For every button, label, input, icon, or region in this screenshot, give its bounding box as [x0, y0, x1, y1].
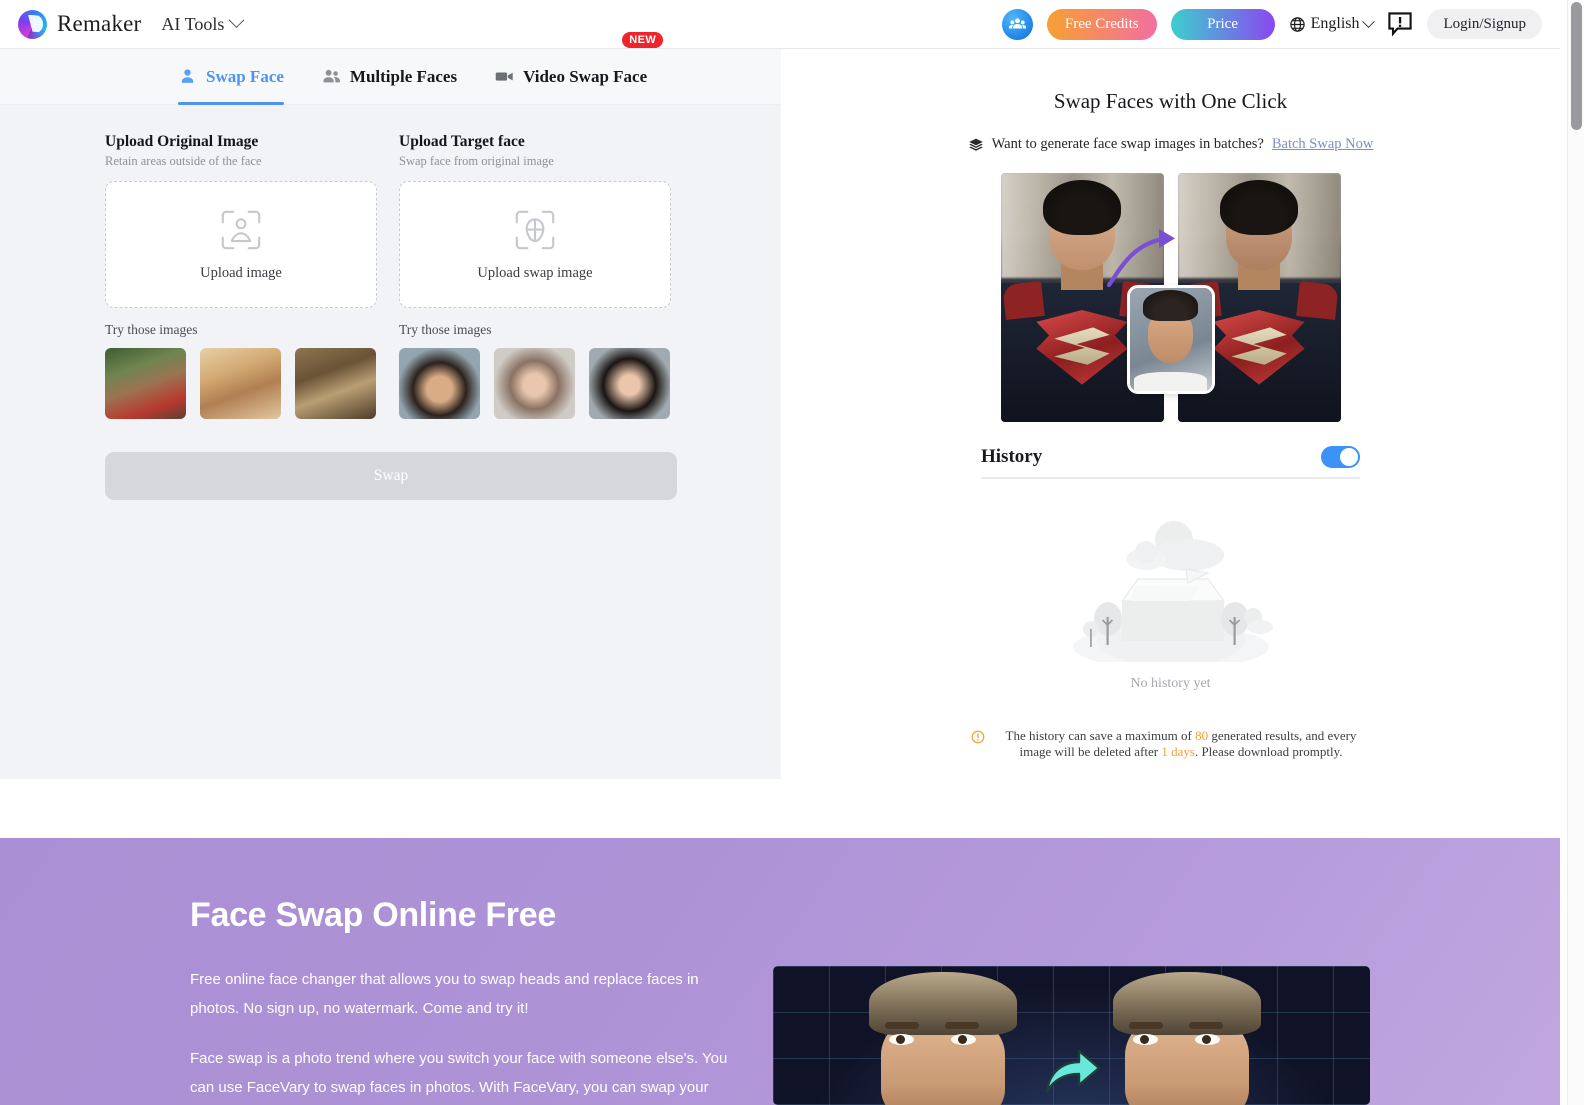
right-preview-panel: Swap Faces with One Click Want to genera…: [781, 49, 1560, 779]
demo-preview: [1000, 173, 1341, 422]
people-group-glyph: [1008, 17, 1026, 28]
batch-swap-now-link[interactable]: Batch Swap Now: [1272, 136, 1374, 153]
sample-thumbs-original: [105, 348, 377, 419]
history-note-text: The history can save a maximum of 80 gen…: [992, 728, 1371, 761]
chevron-down-icon: [1362, 14, 1376, 28]
info-circle-icon: [971, 730, 984, 744]
price-button[interactable]: Price: [1170, 8, 1275, 40]
two-people-icon: [323, 69, 340, 83]
sample-thumb-target-3[interactable]: [589, 348, 670, 419]
upload-target-subtitle: Swap face from original image: [399, 154, 554, 168]
promo-face-after: [1103, 972, 1271, 1105]
video-camera-icon: [495, 72, 513, 81]
upload-target-dropzone[interactable]: Upload swap image: [399, 181, 671, 308]
page-root: Remaker AI Tools Free Credits Price Engl…: [0, 0, 1584, 1105]
tab-video-swap-face-label: Video Swap Face: [523, 66, 648, 86]
tool-tabs: Swap Face Multiple Faces Video Swap Face…: [0, 31, 781, 105]
promo-paragraph-1: Free online face changer that allows you…: [190, 971, 699, 1017]
left-tool-panel: Swap Face Multiple Faces Video Swap Face…: [0, 31, 781, 779]
language-selector[interactable]: English: [1289, 14, 1376, 33]
remaker-logo-icon: [18, 9, 47, 39]
tab-swap-face-label: Swap Face: [206, 66, 284, 86]
promo-title: Face Swap Online Free: [190, 896, 556, 934]
sample-thumbs-target: [399, 348, 671, 419]
upload-original-dropzone-label: Upload image: [200, 265, 282, 281]
scrollbar-thumb[interactable]: [1571, 2, 1582, 130]
note-suffix: . Please download promptly.: [1194, 744, 1343, 760]
upload-sections: Upload Original Image Retain areas outsi…: [0, 105, 781, 419]
right-panel-title: Swap Faces with One Click: [1053, 89, 1288, 113]
promo-face-before: [859, 972, 1027, 1105]
upload-original-dropzone[interactable]: Upload image: [105, 181, 377, 308]
promo-paragraph-2: Face swap is a photo trend where you swi…: [190, 1050, 728, 1096]
layers-icon: [968, 138, 983, 151]
tab-video-swap-face[interactable]: Video Swap Face NEW: [495, 31, 664, 105]
upload-original-title: Upload Original Image: [105, 133, 259, 150]
empty-box-illustration: [1072, 521, 1273, 662]
brand-logo-group[interactable]: Remaker: [18, 9, 142, 39]
new-badge: NEW: [622, 31, 664, 48]
face-grid-scan-icon: [515, 210, 555, 250]
free-credits-button[interactable]: Free Credits: [1046, 8, 1157, 40]
try-those-images-target-label: Try those images: [399, 322, 492, 337]
tab-multiple-faces-label: Multiple Faces: [349, 66, 458, 86]
price-label: Price: [1207, 15, 1238, 32]
swap-button[interactable]: Swap: [105, 452, 677, 500]
promo-section: Face Swap Online Free Free online face c…: [0, 838, 1560, 1105]
promo-image-column: [773, 966, 1370, 1105]
empty-history-text: No history yet: [1130, 676, 1211, 691]
ai-tools-label: AI Tools: [161, 13, 225, 34]
upload-target-column: Upload Target face Swap face from origin…: [399, 133, 671, 419]
batch-swap-row: Want to generate face swap images in bat…: [781, 136, 1560, 153]
tab-swap-face[interactable]: Swap Face: [178, 49, 284, 105]
promo-text-column: Face Swap Online Free Free online face c…: [190, 838, 735, 1105]
upload-target-title: Upload Target face: [399, 133, 525, 150]
free-credits-label: Free Credits: [1064, 15, 1139, 32]
sample-thumb-original-3[interactable]: [295, 348, 376, 419]
note-max-results: 80: [1195, 728, 1209, 743]
promo-swap-arrow-icon: [1045, 1049, 1101, 1094]
chevron-down-icon: [229, 11, 245, 28]
note-retention-days: 1 days: [1161, 744, 1195, 760]
history-title: History: [981, 446, 1043, 467]
sample-thumb-target-1[interactable]: [399, 348, 480, 419]
face-scan-icon: [221, 210, 261, 250]
history-toggle[interactable]: [1321, 446, 1360, 468]
upload-original-subtitle: Retain areas outside of the face: [105, 154, 262, 168]
login-signup-label: Login/Signup: [1443, 15, 1526, 32]
feedback-bubble-icon[interactable]: [1387, 11, 1413, 37]
swap-button-label: Swap: [373, 467, 409, 484]
globe-icon: [1289, 16, 1305, 32]
upload-original-column: Upload Original Image Retain areas outsi…: [105, 133, 377, 419]
single-person-icon: [181, 69, 194, 83]
swap-arrow-icon: [1106, 229, 1175, 288]
login-signup-button[interactable]: Login/Signup: [1427, 9, 1542, 39]
try-those-images-original-label: Try those images: [105, 322, 198, 337]
history-header: History: [981, 446, 1360, 479]
before-after-face-swap-banner: [773, 966, 1370, 1105]
note-prefix: The history can save a maximum of: [1005, 728, 1196, 743]
sample-thumb-original-1[interactable]: [105, 348, 186, 419]
vertical-scrollbar[interactable]: [1567, 0, 1584, 1105]
people-group-icon[interactable]: [1001, 8, 1033, 40]
top-header: Remaker AI Tools Free Credits Price Engl…: [0, 0, 1560, 49]
batch-question-text: Want to generate face swap images in bat…: [991, 136, 1264, 152]
sample-thumb-target-2[interactable]: [494, 348, 575, 419]
tab-multiple-faces[interactable]: Multiple Faces: [322, 49, 457, 105]
language-label: English: [1310, 15, 1360, 32]
history-toggle-knob: [1340, 448, 1358, 466]
sample-thumb-original-2[interactable]: [200, 348, 281, 419]
source-face-thumbnail: [1126, 285, 1215, 394]
history-retention-note: The history can save a maximum of 80 gen…: [971, 728, 1371, 761]
ai-tools-menu[interactable]: AI Tools: [161, 11, 245, 35]
brand-name: Remaker: [57, 11, 142, 36]
upload-target-dropzone-label: Upload swap image: [477, 265, 593, 281]
header-actions: Free Credits Price English Login/Signup: [1001, 8, 1542, 40]
